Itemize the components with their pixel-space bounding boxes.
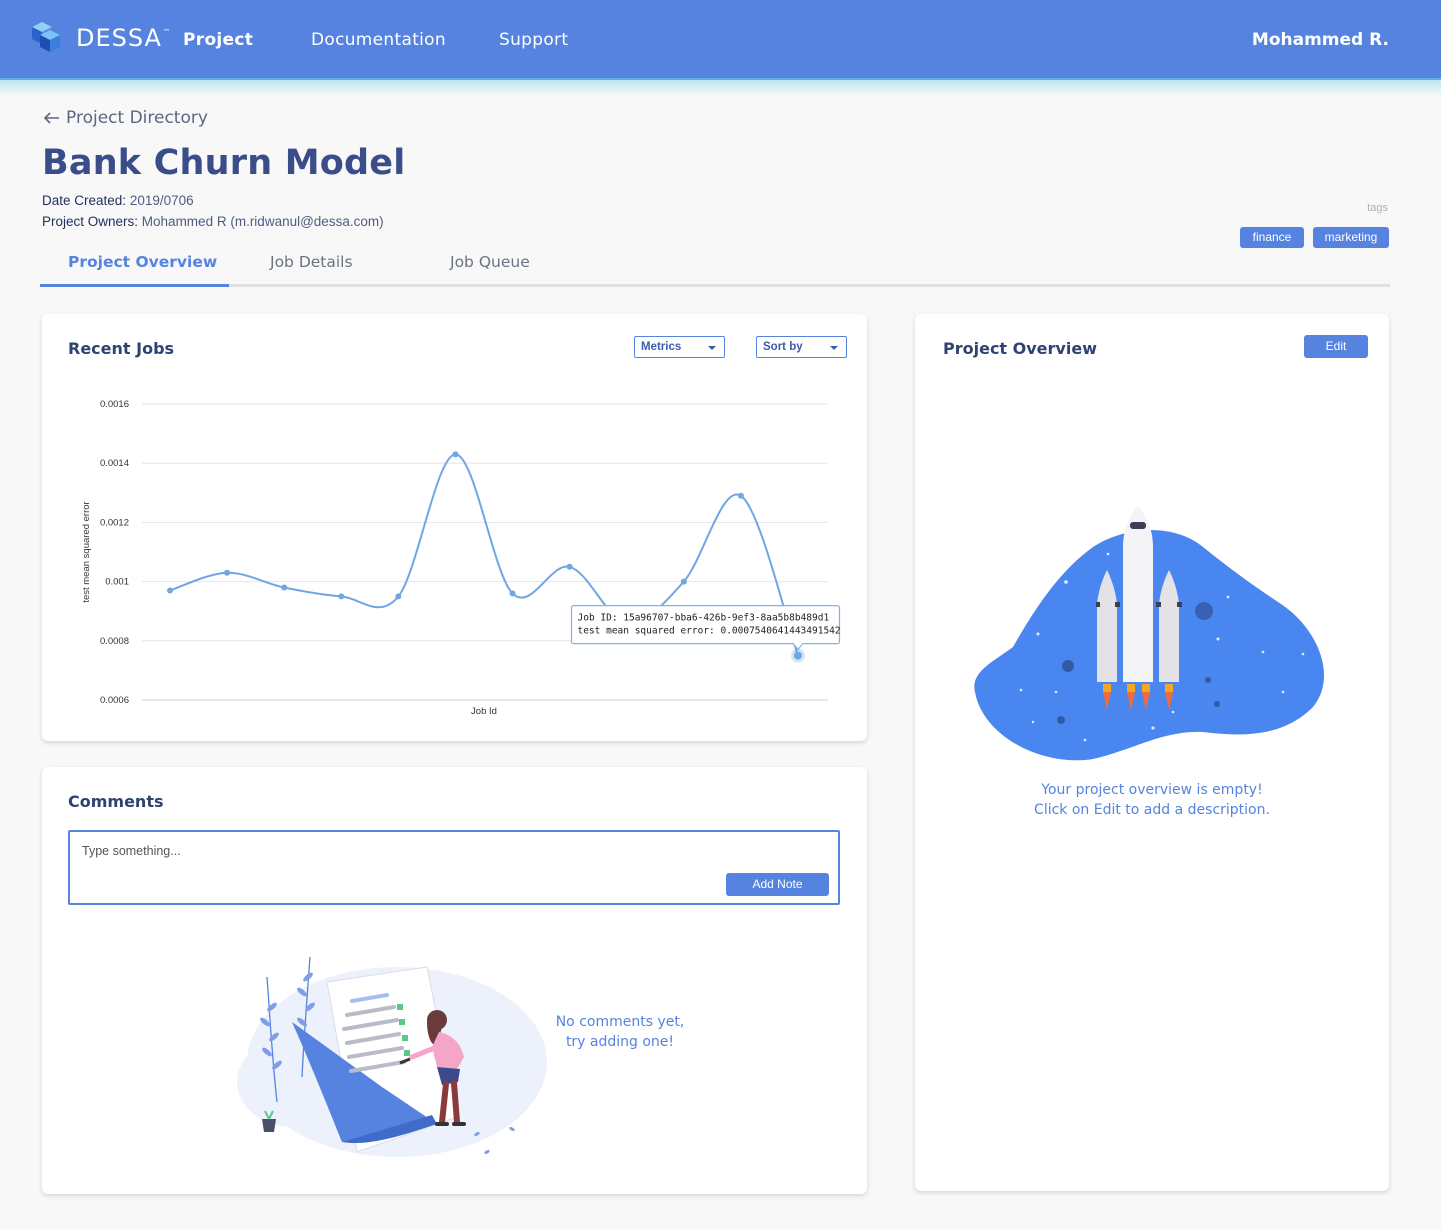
project-overview-card: Project Overview Edit Your project overv… [915,314,1389,1191]
chart-tooltip: Job ID: 15a96707-bba6-426b-9ef3-8aa5b8b4… [570,605,841,651]
arrow-left-icon [44,112,59,124]
back-to-project-directory[interactable]: Project Directory [44,108,208,128]
rocket-illustration [974,506,1325,761]
comment-input-box: Add Note [68,830,840,905]
date-created: Date Created: 2019/0706 [42,193,194,208]
back-link-label: Project Directory [66,108,208,128]
project-owners-label: Project Owners: [42,214,139,229]
nav-support[interactable]: Support [499,30,568,50]
no-comments-message: No comments yet, try adding one! [540,1012,700,1052]
project-owners-value: Mohammed R (m.ridwanul@dessa.com) [141,214,384,229]
y-tick-label: 0.001 [105,577,129,588]
dessa-logo[interactable]: DESSA ™ [28,20,170,56]
comments-card: Comments Add Note [42,767,867,1194]
data-point[interactable] [224,569,231,576]
overview-empty-line-1: Your project overview is empty! [1041,782,1263,798]
tooltip-metric-value: test mean squared error: 0.0007540641443… [578,626,841,637]
tooltip-box [570,605,841,645]
comments-title: Comments [68,792,164,811]
overview-empty-message: Your project overview is empty! Click on… [1011,780,1293,820]
no-comments-illustration [237,956,547,1157]
add-note-button[interactable]: Add Note [726,873,829,896]
nav-project[interactable]: Project [183,30,253,50]
data-point[interactable] [167,587,173,594]
tab-job-details[interactable]: Job Details [270,253,353,271]
data-point[interactable] [338,593,345,600]
overview-empty-line-2: Click on Edit to add a description. [1034,802,1270,818]
tags-label: tags [1367,202,1388,214]
y-tick-label: 0.0006 [100,695,129,706]
y-tick-label: 0.0016 [100,399,129,410]
tag-marketing[interactable]: marketing [1313,227,1389,248]
data-point[interactable] [452,451,459,458]
brand-trademark: ™ [162,28,170,36]
data-point[interactable] [395,593,402,600]
recent-jobs-card: Recent Jobs Metrics Sort by 0.0016 0.0014… [42,314,867,741]
y-tick-label: 0.0008 [100,636,129,647]
page-title: Bank Churn Model [42,143,406,183]
comment-input[interactable] [82,844,702,884]
edit-overview-button[interactable]: Edit [1304,335,1368,358]
project-overview-title: Project Overview [943,339,1097,358]
header-shadow [0,78,1441,96]
no-comments-line-1: No comments yet, [555,1014,685,1030]
data-point[interactable] [737,492,744,499]
top-navbar: DESSA ™ Project Documentation Support Mo… [0,0,1441,80]
recent-jobs-chart[interactable]: 0.0016 0.0014 0.0012 0.001 0.0008 0.0006 test… [42,314,867,741]
tooltip-job-id: Job ID: 15a96707-bba6-426b-9ef3-8aa5b8b4… [578,613,830,624]
tab-project-overview[interactable]: Project Overview [68,253,217,271]
data-point[interactable] [509,590,516,597]
data-point[interactable] [680,578,687,585]
y-tick-label: 0.0012 [100,517,129,528]
nav-documentation[interactable]: Documentation [311,30,446,50]
data-point[interactable] [281,584,288,591]
tabs-divider [40,284,1390,287]
user-menu[interactable]: Mohammed R. [1252,30,1389,50]
data-point[interactable] [566,563,573,570]
date-created-value: 2019/0706 [129,193,194,208]
y-axis-label: test mean squared error [81,501,92,602]
date-created-label: Date Created: [42,193,127,208]
x-axis-label: Job Id [471,706,497,717]
data-point[interactable] [794,651,802,660]
brand-name: DESSA [76,24,162,52]
tag-finance[interactable]: finance [1240,227,1304,248]
project-owners: Project Owners: Mohammed R (m.ridwanul@d… [42,214,384,229]
y-tick-label: 0.0014 [100,458,129,469]
no-comments-line-2: try adding one! [565,1034,675,1050]
tab-job-queue[interactable]: Job Queue [450,253,530,271]
active-tab-indicator [40,284,229,287]
dessa-logo-icon [32,22,60,52]
